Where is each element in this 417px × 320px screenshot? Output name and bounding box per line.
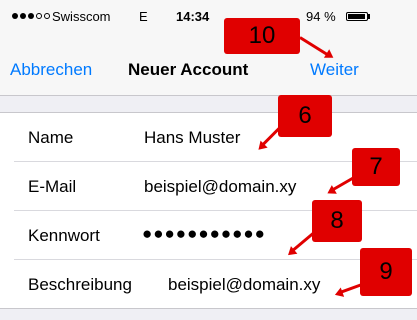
network-type: E bbox=[139, 9, 148, 24]
annotation-marker-6: 6 bbox=[278, 95, 332, 137]
next-button[interactable]: Weiter bbox=[310, 60, 359, 80]
description-field[interactable]: beispiel@domain.xy bbox=[168, 275, 320, 295]
battery-fill bbox=[348, 14, 365, 19]
annotation-marker-10: 10 bbox=[224, 18, 300, 54]
description-label: Beschreibung bbox=[28, 275, 132, 294]
password-field[interactable]: ●●●●●●●●●●● bbox=[142, 224, 266, 244]
password-label: Kennwort bbox=[28, 226, 100, 245]
battery-icon bbox=[346, 12, 368, 21]
name-label: Name bbox=[28, 128, 74, 147]
navigation-bar: Abbrechen Neuer Account Weiter bbox=[0, 36, 417, 96]
email-field[interactable]: beispiel@domain.xy bbox=[144, 177, 296, 197]
annotation-marker-7: 7 bbox=[352, 148, 400, 186]
signal-strength-icon bbox=[12, 13, 50, 19]
email-label: E-Mail bbox=[28, 177, 77, 196]
status-time: 14:34 bbox=[176, 9, 210, 24]
annotation-marker-8: 8 bbox=[312, 200, 362, 242]
status-bar: Swisscom E 14:34 94 % bbox=[0, 0, 417, 36]
name-field[interactable]: Hans Muster bbox=[144, 128, 240, 148]
carrier-name: Swisscom bbox=[52, 9, 111, 24]
battery-percent: 94 % bbox=[306, 9, 336, 24]
annotation-marker-9: 9 bbox=[360, 248, 412, 296]
page-title: Neuer Account bbox=[128, 60, 249, 79]
battery-tip-icon bbox=[368, 14, 370, 19]
cancel-button[interactable]: Abbrechen bbox=[10, 60, 92, 80]
